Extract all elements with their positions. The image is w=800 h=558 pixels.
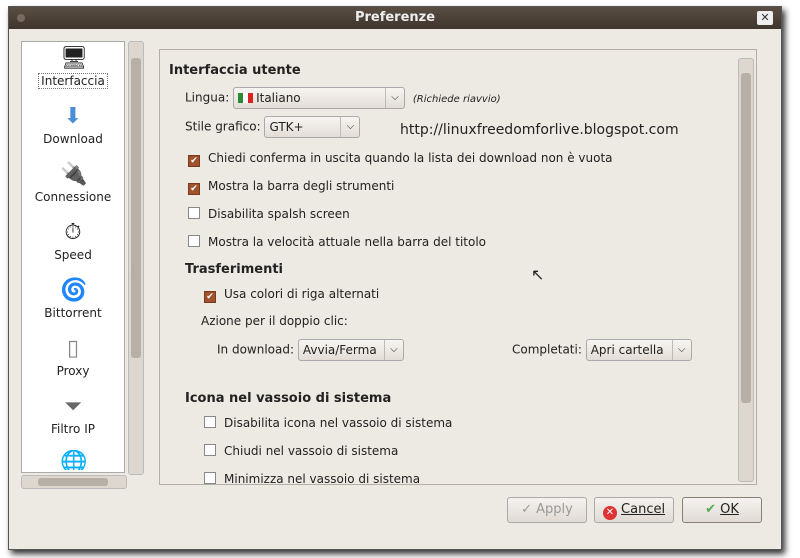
section-title-interface: Interfaccia utente — [169, 63, 301, 78]
check-disable-tray[interactable]: Disabilita icona nel vassoio di sistema — [204, 416, 452, 430]
panel-vertical-scrollbar[interactable] — [738, 58, 754, 482]
filter-icon: ⏷ — [64, 394, 82, 419]
section-title-tray: Icona nel vassoio di sistema — [185, 391, 392, 406]
mouse-cursor-icon: ↖ — [531, 265, 545, 284]
watermark-url: http://linuxfreedomforlive.blogspot.com — [400, 122, 679, 138]
pane-resize-handle[interactable]: ⋮ — [129, 265, 141, 274]
style-row: Stile grafico: GTK+ ⌵ — [185, 116, 361, 138]
cancel-icon: ✕ — [602, 506, 617, 520]
proxy-icon: ▯ — [66, 336, 80, 361]
check-show-toolbar[interactable]: ✔ Mostra la barra degli strumenti — [188, 179, 394, 195]
language-label: Lingua: — [185, 90, 230, 105]
check-label: Disabilita spalsh screen — [208, 207, 350, 221]
close-icon[interactable]: ✕ — [757, 11, 773, 25]
connection-icon: 🔌 — [60, 162, 88, 187]
in-download-row: In download: Avvia/Ferma ⌵ — [217, 339, 404, 361]
interface-icon: 🖥 — [60, 46, 88, 71]
restart-note: (Richiede riavvio) — [412, 93, 501, 105]
chevron-down-icon: ⌵ — [340, 117, 359, 137]
check-label: Chiudi nel vassoio di sistema — [224, 444, 399, 458]
check-icon: ✓ — [521, 502, 537, 517]
in-download-value: Avvia/Ferma — [302, 343, 377, 357]
in-download-label: In download: — [217, 342, 295, 357]
ok-label: OK — [720, 502, 739, 517]
sidebar-horizontal-scrollbar[interactable] — [21, 475, 127, 489]
chevron-down-icon: ⌵ — [671, 340, 691, 360]
checkbox[interactable] — [204, 416, 216, 428]
check-label: Chiedi conferma in uscita quando la list… — [208, 151, 613, 165]
sidebar-item-download[interactable]: ⬇ Download — [22, 104, 124, 146]
category-list: 🖥 Interfaccia ⬇ Download 🔌 Connessione ⏱ Spe… — [21, 41, 125, 473]
completed-row: Completati: Apri cartella ⌵ — [512, 339, 692, 361]
sidebar-item-filtro-ip[interactable]: ⏷ Filtro IP — [22, 394, 124, 436]
style-select[interactable]: GTK+ ⌵ — [264, 116, 361, 138]
check-label: Mostra la velocità attuale nella barra d… — [208, 235, 487, 249]
cancel-button[interactable]: ✕ Cancel — [594, 497, 674, 523]
section-title-transfers: Trasferimenti — [185, 262, 283, 277]
sidebar-item-label: Proxy — [56, 364, 90, 378]
sidebar-item-proxy[interactable]: ▯ Proxy — [22, 336, 124, 378]
sidebar-item-speed[interactable]: ⏱ Speed — [22, 220, 124, 262]
sidebar-item-label: Connessione — [34, 190, 112, 204]
scrollbar-thumb[interactable] — [741, 73, 751, 403]
checkbox[interactable]: ✔ — [188, 183, 200, 195]
check-label: Disabilita icona nel vassoio di sistema — [224, 416, 453, 430]
style-value: GTK+ — [269, 120, 304, 134]
web-icon: 🌐 — [60, 450, 88, 470]
download-icon: ⬇ — [63, 104, 83, 129]
checkbox[interactable] — [204, 444, 216, 456]
check-label: Usa colori di riga alternati — [224, 287, 380, 301]
check-label: Minimizza nel vassoio di sistema — [224, 472, 421, 484]
checkbox[interactable] — [188, 235, 200, 247]
language-value: Italiano — [256, 91, 301, 105]
sidebar-vertical-scrollbar[interactable] — [128, 41, 144, 475]
language-select[interactable]: Italiano ⌵ — [233, 87, 406, 109]
preferences-window: Preferenze ✕ 🖥 Interfaccia ⬇ Download 🔌 Con… — [8, 6, 782, 550]
check-icon: ✔ — [705, 502, 721, 517]
sidebar-item-label: Speed — [54, 248, 92, 262]
completed-select[interactable]: Apri cartella ⌵ — [585, 339, 692, 361]
sidebar-item-label: Interfaccia — [38, 73, 108, 89]
check-speed-title[interactable]: Mostra la velocità attuale nella barra d… — [188, 235, 486, 249]
cancel-label: Cancel — [621, 502, 666, 517]
check-disable-splash[interactable]: Disabilita spalsh screen — [188, 207, 350, 221]
check-close-tray[interactable]: Chiudi nel vassoio di sistema — [204, 444, 398, 458]
scrollbar-thumb[interactable] — [131, 58, 141, 358]
check-minimize-tray[interactable]: Minimizza nel vassoio di sistema — [204, 472, 420, 484]
sidebar-item-label: Filtro IP — [50, 422, 95, 436]
window-title: Preferenze — [354, 10, 436, 25]
language-row: Lingua: Italiano ⌵ (Richiede riavvio) — [185, 87, 501, 109]
check-alt-colors[interactable]: ✔ Usa colori di riga alternati — [204, 287, 379, 303]
sidebar-item-label: Bittorrent — [44, 306, 102, 320]
style-label: Stile grafico: — [185, 119, 261, 134]
check-label: Mostra la barra degli strumenti — [208, 179, 395, 193]
checkbox[interactable] — [204, 472, 216, 484]
double-click-label: Azione per il doppio clic: — [201, 314, 348, 328]
checkbox[interactable]: ✔ — [188, 155, 200, 167]
title-bar: Preferenze ✕ — [9, 7, 781, 29]
sidebar-item-label: Download — [43, 132, 103, 146]
bittorrent-icon: 🌀 — [60, 278, 88, 303]
speed-icon: ⏱ — [64, 220, 82, 245]
scrollbar-thumb[interactable] — [38, 478, 108, 486]
apply-label: Apply — [536, 502, 573, 517]
italy-flag-icon — [238, 93, 254, 103]
checkbox[interactable] — [188, 207, 200, 219]
sidebar-item-web[interactable]: 🌐 — [22, 450, 124, 470]
in-download-select[interactable]: Avvia/Ferma ⌵ — [297, 339, 404, 361]
checkbox[interactable]: ✔ — [204, 291, 216, 303]
sidebar-item-bittorrent[interactable]: 🌀 Bittorrent — [22, 278, 124, 320]
ok-button[interactable]: ✔ OK — [682, 497, 762, 523]
chevron-down-icon: ⌵ — [385, 88, 404, 108]
chevron-down-icon: ⌵ — [383, 340, 403, 360]
check-confirm-exit[interactable]: ✔ Chiedi conferma in uscita quando la lis… — [188, 151, 613, 167]
completed-label: Completati: — [512, 342, 582, 357]
sidebar-item-interfaccia[interactable]: 🖥 Interfaccia — [22, 46, 124, 89]
apply-button[interactable]: ✓ Apply — [507, 497, 587, 523]
window-menu-icon[interactable] — [17, 14, 25, 22]
sidebar-item-connessione[interactable]: 🔌 Connessione — [22, 162, 124, 204]
settings-panel: Interfaccia utente Lingua: Italiano ⌵ (Ri… — [159, 49, 757, 485]
completed-value: Apri cartella — [590, 343, 664, 357]
